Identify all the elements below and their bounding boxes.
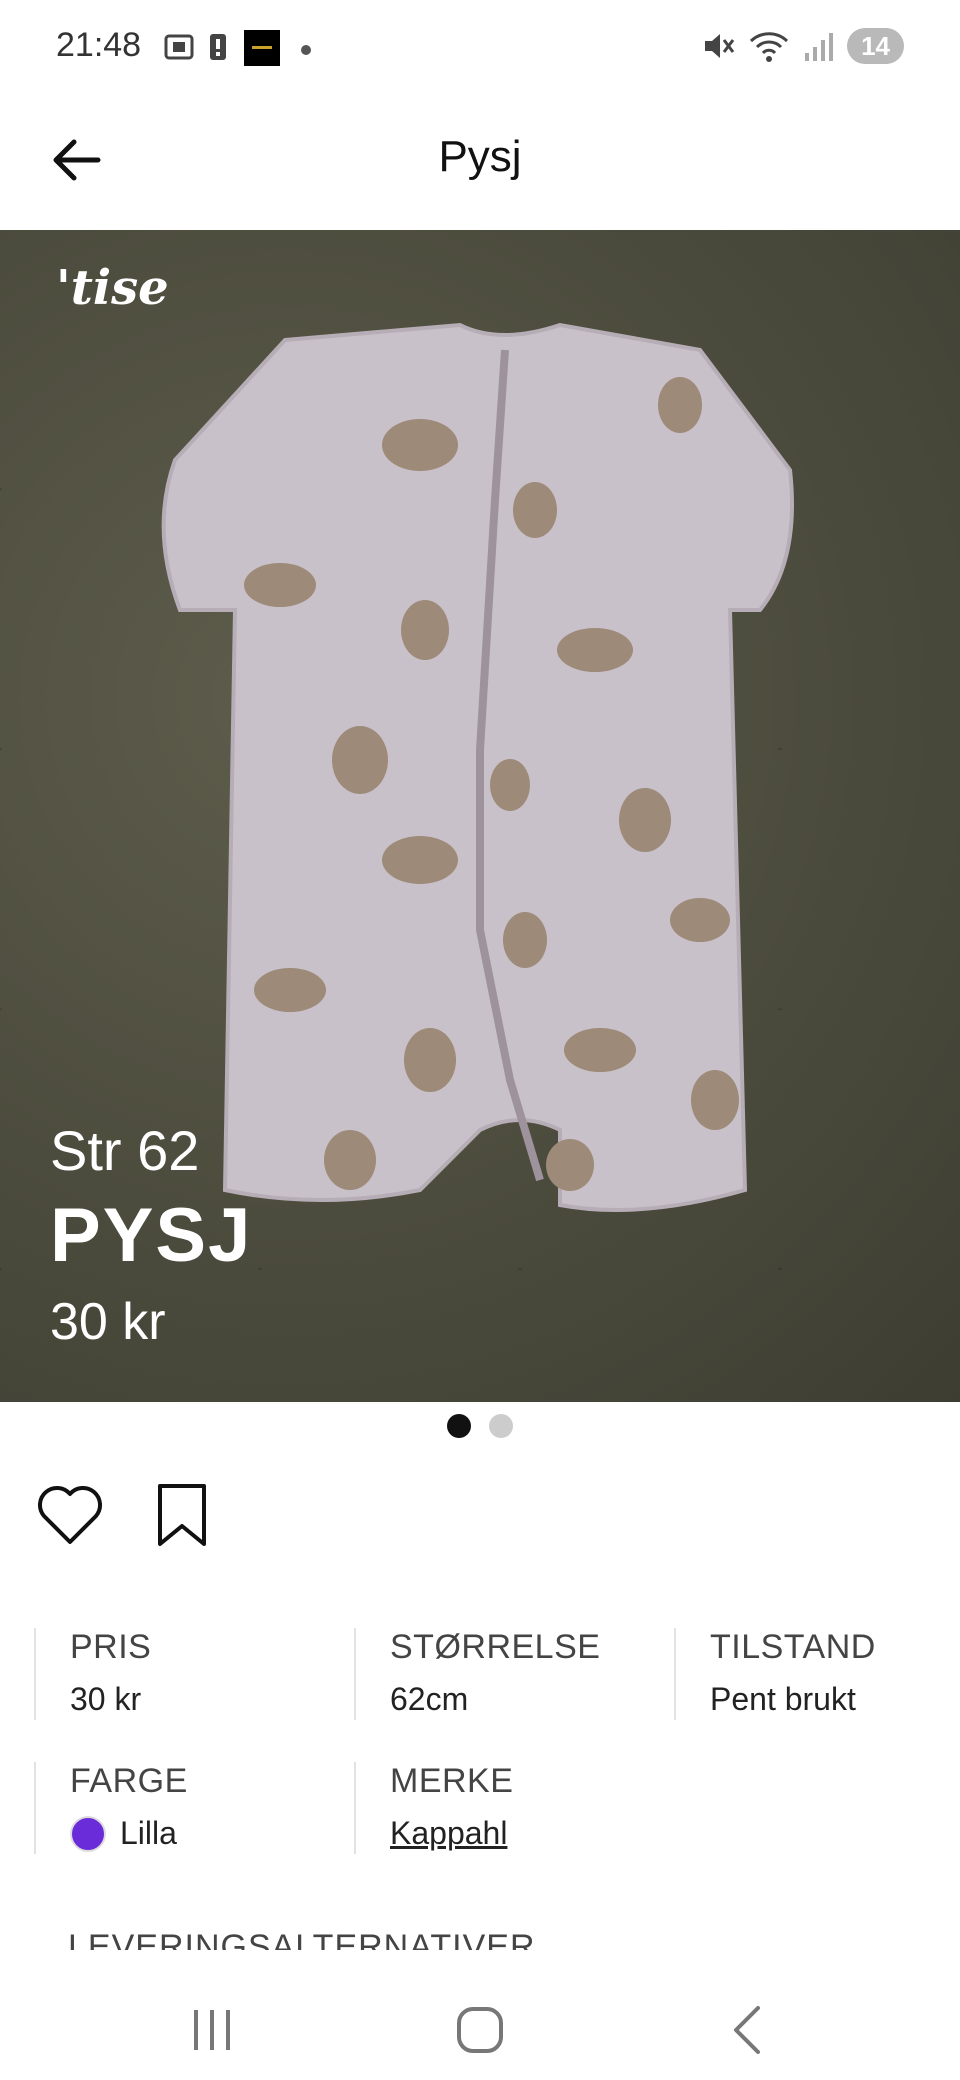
image-caption-size: Str 62 bbox=[50, 1119, 200, 1182]
system-back-button[interactable] bbox=[718, 2000, 778, 2060]
battery-badge: 14 bbox=[847, 28, 904, 64]
detail-size-value: 62cm bbox=[390, 1681, 469, 1717]
status-bar: 21:48 14 bbox=[0, 0, 960, 96]
detail-condition-label: TILSTAND bbox=[710, 1628, 876, 1666]
recent-apps-button[interactable] bbox=[182, 2000, 242, 2060]
detail-price-value: 30 kr bbox=[70, 1681, 142, 1717]
detail-condition: TILSTAND Pent brukt bbox=[674, 1628, 950, 1720]
more-notifications-dot-icon bbox=[301, 45, 311, 55]
detail-brand-label: MERKE bbox=[390, 1762, 514, 1800]
delivery-options-heading: LEVERINGSALTERNATIVER bbox=[68, 1928, 536, 1950]
detail-color-label: FARGE bbox=[70, 1762, 188, 1800]
screenshot-icon bbox=[164, 34, 194, 60]
bookmark-icon bbox=[158, 1484, 206, 1546]
detail-brand: MERKE Kappahl bbox=[354, 1762, 670, 1854]
save-button[interactable] bbox=[150, 1480, 214, 1552]
brand-link[interactable]: Kappahl bbox=[390, 1815, 670, 1852]
page-title: Pysj bbox=[438, 132, 522, 181]
detail-size: STØRRELSE 62cm bbox=[354, 1628, 670, 1720]
detail-color-value: Lilla bbox=[120, 1815, 177, 1851]
image-pager bbox=[0, 1414, 960, 1438]
product-image[interactable]: 'tise Str 62 PYSJ 30 kr bbox=[0, 230, 960, 1402]
detail-color-value-row: Lilla bbox=[70, 1815, 350, 1852]
wifi-icon bbox=[750, 32, 789, 62]
home-icon bbox=[457, 2007, 503, 2053]
system-nav-bar bbox=[0, 1960, 960, 2080]
mute-icon bbox=[705, 34, 735, 58]
image-caption-price: 30 kr bbox=[50, 1293, 166, 1351]
pager-dot-2[interactable] bbox=[489, 1414, 513, 1438]
heart-icon bbox=[38, 1486, 102, 1544]
detail-price: PRIS 30 kr bbox=[34, 1628, 350, 1720]
status-time: 21:48 bbox=[56, 26, 142, 64]
signal-icon bbox=[805, 33, 834, 61]
pager-dot-1[interactable] bbox=[447, 1414, 471, 1438]
product-actions bbox=[34, 1480, 214, 1552]
alert-icon bbox=[210, 34, 226, 60]
image-caption-name: PYSJ bbox=[50, 1193, 253, 1278]
detail-color: FARGE Lilla bbox=[34, 1762, 350, 1854]
detail-price-label: PRIS bbox=[70, 1628, 152, 1666]
tise-logo: 'tise bbox=[56, 260, 169, 316]
app-header: Pysj bbox=[0, 96, 960, 230]
detail-condition-value: Pent brukt bbox=[710, 1681, 856, 1717]
like-button[interactable] bbox=[34, 1480, 106, 1552]
detail-size-label: STØRRELSE bbox=[390, 1628, 601, 1666]
home-button[interactable] bbox=[450, 2000, 510, 2060]
recent-apps-icon bbox=[194, 2010, 230, 2050]
app-notification-icon bbox=[244, 30, 280, 66]
color-swatch bbox=[70, 1815, 106, 1852]
chevron-left-icon bbox=[734, 2006, 760, 2054]
